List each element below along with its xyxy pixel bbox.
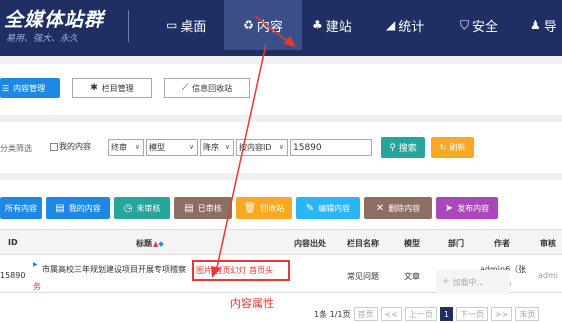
current-page-button[interactable]: 1 bbox=[439, 307, 454, 321]
next-dbl-button[interactable]: >> bbox=[491, 307, 513, 321]
annotation-arrow bbox=[211, 15, 296, 278]
next-page-button[interactable]: 下一页 bbox=[456, 307, 489, 321]
last-page-button[interactable]: 末页 bbox=[515, 307, 540, 321]
pagination: 1条 1/1页 首页 << 上一页 1 下一页 >> 末页 bbox=[314, 306, 540, 322]
prev-page-button[interactable]: 上一页 bbox=[404, 307, 437, 321]
annotation-label: 内容属性 bbox=[230, 297, 274, 310]
first-page-button[interactable]: 首页 bbox=[353, 307, 378, 321]
pagination-summary: 1条 1/1页 bbox=[314, 309, 351, 319]
prev-dbl-button[interactable]: << bbox=[380, 307, 402, 321]
